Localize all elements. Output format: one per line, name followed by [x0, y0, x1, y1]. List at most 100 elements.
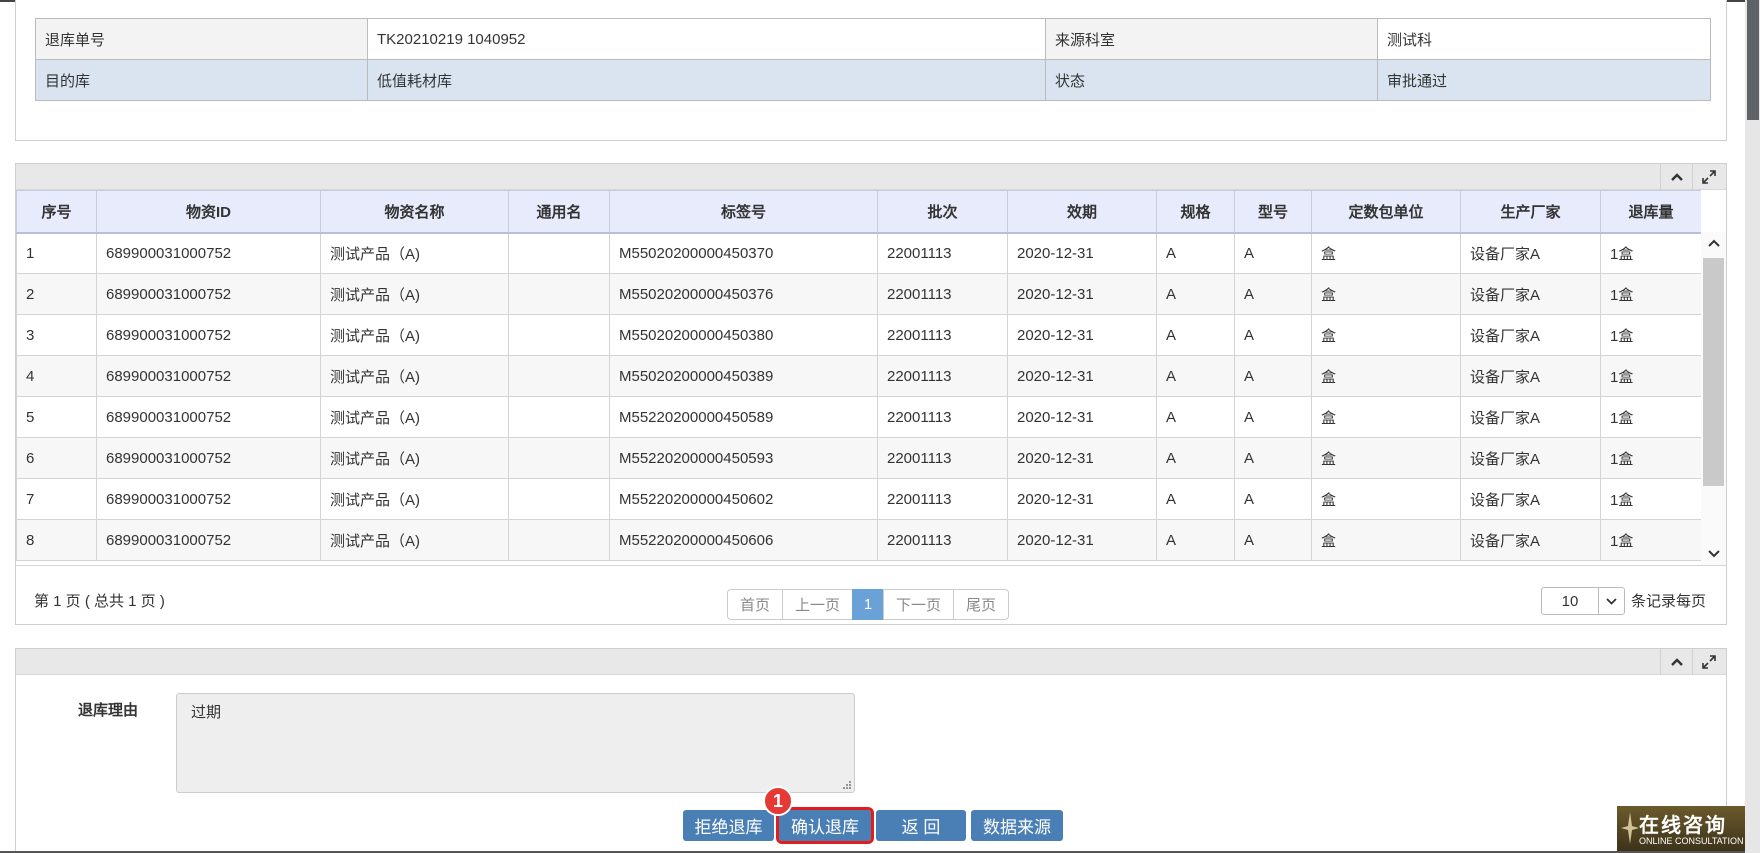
first-page-button[interactable]: 首页: [727, 589, 784, 620]
col-header-generic-name[interactable]: 通用名: [508, 190, 610, 234]
table-cell: M55220200000450589: [609, 396, 878, 438]
table-cell: A: [1234, 355, 1312, 397]
table-cell: 盒: [1311, 232, 1461, 274]
confirm-return-button[interactable]: 确认退库: [776, 807, 874, 844]
table-cell: 测试产品（A): [320, 437, 509, 479]
table-cell: 689900031000752: [96, 478, 321, 520]
table-cell: 设备厂家A: [1460, 396, 1601, 438]
collapse-icon[interactable]: [1660, 649, 1692, 675]
table-cell: [508, 355, 610, 397]
col-header-manufacturer[interactable]: 生产厂家: [1460, 190, 1601, 234]
col-header-pack-unit[interactable]: 定数包单位: [1311, 190, 1461, 234]
table-cell: 设备厂家A: [1460, 355, 1601, 397]
return-no-label: 退库单号: [35, 18, 368, 60]
table-cell: 22001113: [877, 314, 1008, 356]
target-store-value: 低值耗材库: [367, 59, 1046, 101]
table-cell: 689900031000752: [96, 437, 321, 479]
col-header-expiry[interactable]: 效期: [1007, 190, 1157, 234]
consult-subtitle: ONLINE CONSULTATION: [1639, 836, 1744, 846]
table-row[interactable]: 5 689900031000752 测试产品（A) M5522020000045058…: [16, 396, 1701, 438]
table-cell: A: [1156, 314, 1235, 356]
next-page-button[interactable]: 下一页: [883, 589, 955, 620]
table-cell: [508, 437, 610, 479]
table-cell: 设备厂家A: [1460, 478, 1601, 520]
table-cell: A: [1156, 437, 1235, 479]
table-cell: A: [1234, 478, 1312, 520]
table-cell: 设备厂家A: [1460, 232, 1601, 274]
last-page-button[interactable]: 尾页: [953, 589, 1010, 620]
table-cell: 689900031000752: [96, 232, 321, 274]
table-cell: 测试产品（A): [320, 478, 509, 520]
table-cell: A: [1234, 437, 1312, 479]
table-cell: 7: [16, 478, 97, 520]
expand-icon[interactable]: [1692, 649, 1724, 675]
items-grid: 序号 物资ID 物资名称 通用名 标签号 批次 效期 规格 型号 定数包单位 生…: [16, 190, 1701, 565]
table-cell: 689900031000752: [96, 519, 321, 561]
table-cell: 8: [16, 519, 97, 561]
col-header-model[interactable]: 型号: [1234, 190, 1312, 234]
resize-grip-icon[interactable]: [842, 780, 852, 790]
consult-title: 在线咨询: [1639, 815, 1727, 837]
items-panel-header: [16, 164, 1726, 190]
reason-label: 退库理由: [78, 702, 139, 719]
table-cell: 6: [16, 437, 97, 479]
table-cell: 1盒: [1600, 478, 1701, 520]
table-cell: 22001113: [877, 437, 1008, 479]
table-row[interactable]: 4 689900031000752 测试产品（A) M5502020000045038…: [16, 355, 1701, 397]
table-row[interactable]: 8 689900031000752 测试产品（A) M5522020000045060…: [16, 519, 1701, 561]
source-dept-value: 测试科: [1377, 18, 1711, 60]
back-button[interactable]: 返 回: [876, 810, 966, 841]
collapse-icon[interactable]: [1660, 164, 1692, 190]
per-page-label: 条记录每页: [1631, 593, 1707, 610]
table-cell: 2020-12-31: [1007, 437, 1157, 479]
table-row[interactable]: 6 689900031000752 测试产品（A) M5522020000045059…: [16, 437, 1701, 479]
return-no-value: TK20210219 1040952: [367, 18, 1046, 60]
table-cell: 689900031000752: [96, 396, 321, 438]
scrollbar-thumb[interactable]: [1703, 258, 1724, 486]
col-header-item-id[interactable]: 物资ID: [96, 190, 321, 234]
reject-return-button[interactable]: 拒绝退库: [683, 810, 774, 841]
col-header-tag-no[interactable]: 标签号: [609, 190, 878, 234]
scroll-up-icon[interactable]: [1701, 232, 1726, 254]
table-cell: A: [1156, 232, 1235, 274]
online-consultation-widget[interactable]: 在线咨询 ONLINE CONSULTATION: [1617, 806, 1745, 851]
table-cell: [508, 478, 610, 520]
table-row[interactable]: 2 689900031000752 测试产品（A) M5502020000045037…: [16, 273, 1701, 315]
table-cell: M55220200000450593: [609, 437, 878, 479]
grid-scrollbar[interactable]: [1701, 232, 1726, 565]
reason-textarea[interactable]: 过期: [176, 693, 855, 793]
col-header-spec[interactable]: 规格: [1156, 190, 1235, 234]
table-cell: 22001113: [877, 396, 1008, 438]
data-source-button[interactable]: 数据来源: [971, 810, 1063, 841]
page-size-select[interactable]: 10: [1541, 587, 1625, 615]
table-cell: 689900031000752: [96, 355, 321, 397]
page-scrollbar[interactable]: [1745, 0, 1760, 853]
table-cell: 盒: [1311, 478, 1461, 520]
table-cell: 5: [16, 396, 97, 438]
table-cell: 盒: [1311, 396, 1461, 438]
expand-icon[interactable]: [1692, 164, 1724, 190]
table-cell: 1盒: [1600, 396, 1701, 438]
table-cell: 1盒: [1600, 232, 1701, 274]
info-table: 退库单号 TK20210219 1040952 来源科室 测试科 目的库 低值耗…: [35, 18, 1711, 101]
prev-page-button[interactable]: 上一页: [782, 589, 854, 620]
table-cell: 2020-12-31: [1007, 396, 1157, 438]
table-cell: 盒: [1311, 314, 1461, 356]
scroll-down-icon[interactable]: [1701, 543, 1726, 565]
table-row[interactable]: 1 689900031000752 测试产品（A) M5502020000045037…: [16, 232, 1701, 274]
col-header-batch[interactable]: 批次: [877, 190, 1008, 234]
table-cell: 2020-12-31: [1007, 314, 1157, 356]
page-scrollbar-thumb[interactable]: [1747, 0, 1759, 120]
table-cell: A: [1156, 396, 1235, 438]
table-row[interactable]: 7 689900031000752 测试产品（A) M5522020000045060…: [16, 478, 1701, 520]
chevron-down-icon[interactable]: [1598, 588, 1624, 614]
table-cell: A: [1156, 478, 1235, 520]
col-header-return-qty[interactable]: 退库量: [1600, 190, 1701, 234]
col-header-seq[interactable]: 序号: [16, 190, 97, 234]
table-row[interactable]: 3 689900031000752 测试产品（A) M5502020000045038…: [16, 314, 1701, 356]
current-page-button[interactable]: 1: [852, 589, 885, 620]
table-cell: 1盒: [1600, 314, 1701, 356]
col-header-item-name[interactable]: 物资名称: [320, 190, 509, 234]
page-info: 第 1 页 ( 总共 1 页 ): [34, 593, 165, 610]
table-cell: [508, 519, 610, 561]
